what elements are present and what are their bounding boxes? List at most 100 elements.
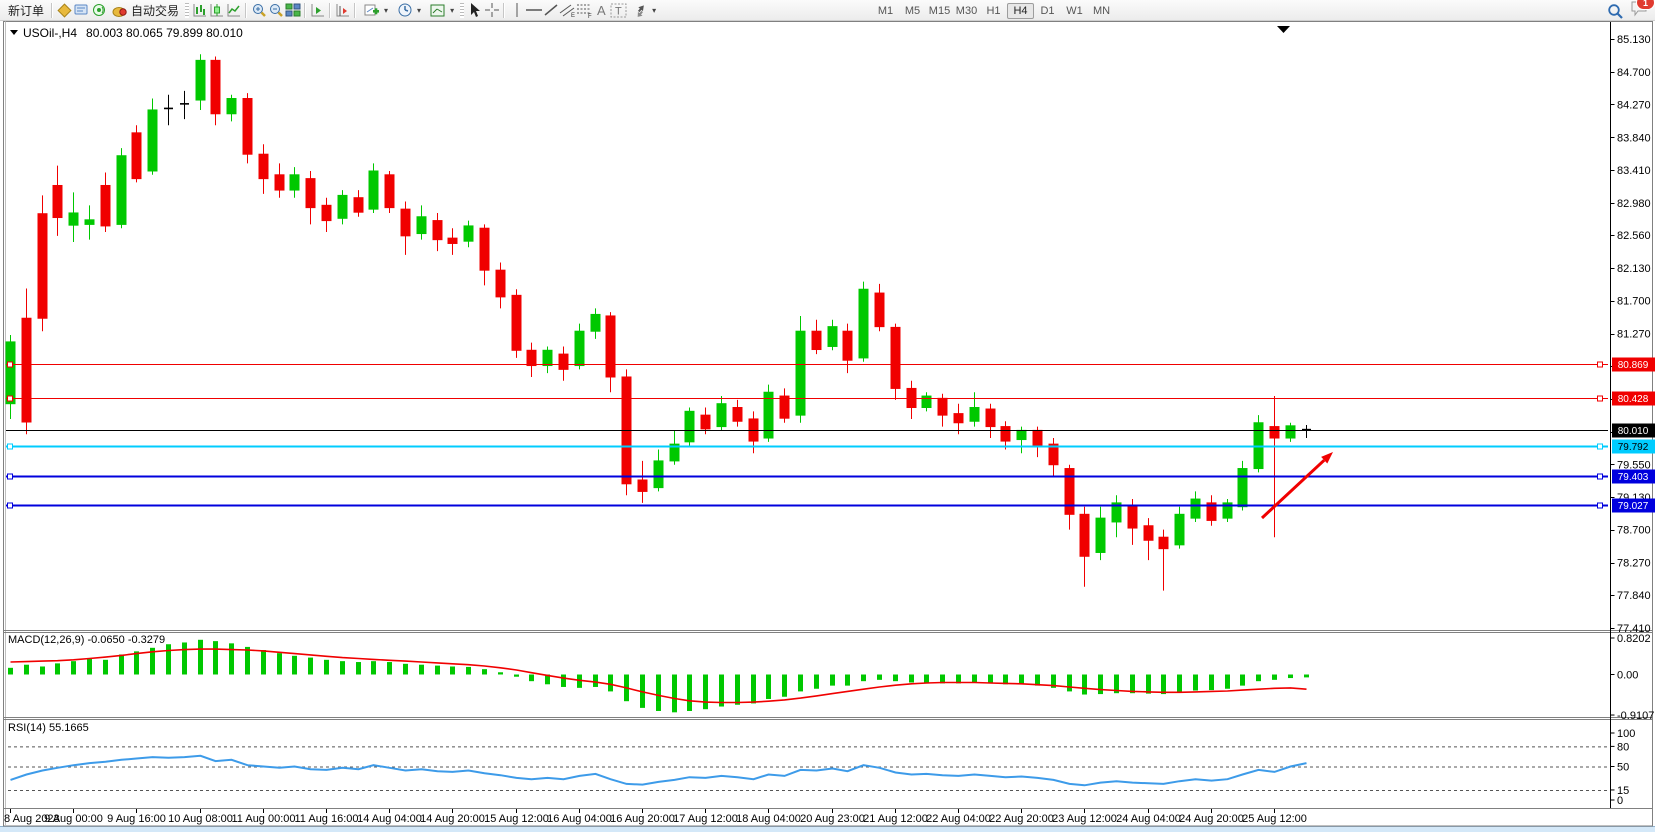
- chart-canvas[interactable]: 85.13084.70084.27083.84083.41082.98082.5…: [0, 0, 1655, 832]
- y-axis-tick-label: 82.980: [1617, 198, 1651, 210]
- hline-handle[interactable]: [8, 503, 13, 508]
- candle-bull: [591, 314, 600, 331]
- timeframe-button-m15[interactable]: M15: [926, 3, 953, 19]
- hline-handle[interactable]: [1598, 503, 1603, 508]
- timeframe-button-h1[interactable]: H1: [980, 3, 1007, 19]
- arrange-charts-icon[interactable]: [309, 2, 326, 18]
- candle-bear: [1144, 526, 1153, 540]
- tile-windows-icon[interactable]: [284, 2, 301, 18]
- macd-histogram-bar: [435, 666, 440, 675]
- crosshair-icon[interactable]: [483, 2, 500, 18]
- candle-bear: [101, 185, 110, 225]
- candle-bear: [843, 331, 852, 360]
- new-order-button[interactable]: 新订单: [4, 1, 48, 20]
- cursor-icon[interactable]: [466, 2, 483, 18]
- timeframe-button-w1[interactable]: W1: [1061, 3, 1088, 19]
- timeframe-button-m5[interactable]: M5: [899, 3, 926, 19]
- hline-handle[interactable]: [1598, 362, 1603, 367]
- candle-bull: [654, 461, 663, 488]
- collapse-icon[interactable]: [10, 30, 18, 35]
- candle-bull: [196, 60, 205, 100]
- macd-histogram-bar: [403, 664, 408, 675]
- candle-bear: [701, 415, 710, 429]
- candle-bear: [1080, 514, 1089, 556]
- rsi-axis-label: 100: [1617, 728, 1635, 740]
- equidistant-channel-icon[interactable]: E: [559, 2, 576, 18]
- hline-handle[interactable]: [1598, 396, 1603, 401]
- hline-handle[interactable]: [1598, 474, 1603, 479]
- macd-axis-label: 0.8202: [1617, 633, 1651, 645]
- y-axis-tick-label: 82.560: [1617, 230, 1651, 242]
- candle-bear: [401, 209, 410, 236]
- toolbar-grip: [460, 3, 464, 18]
- toolbar-separator: [245, 3, 247, 18]
- arrow-tools-button[interactable]: ▾: [627, 1, 660, 20]
- x-axis-date-label: 22 Aug 20:00: [989, 813, 1054, 825]
- timeframe-button-d1[interactable]: D1: [1034, 3, 1061, 19]
- macd-histogram-bar: [1067, 675, 1072, 692]
- candle-bull: [417, 217, 426, 234]
- candle-bear: [606, 316, 615, 377]
- macd-histogram-bar: [55, 663, 60, 674]
- toolbar-separator: [354, 3, 356, 18]
- candle-bear: [954, 414, 963, 423]
- macd-axis-label: -0.9107: [1617, 710, 1654, 722]
- trendline-icon[interactable]: [542, 2, 559, 18]
- candle-bull: [69, 213, 78, 225]
- horizontal-line-icon[interactable]: [525, 2, 542, 18]
- notification-badge[interactable]: 1: [1636, 0, 1655, 10]
- cascade-charts-icon[interactable]: [334, 2, 351, 18]
- macd-histogram-bar: [735, 675, 740, 705]
- sound-icon[interactable]: [90, 2, 107, 18]
- candle-bear: [812, 331, 821, 349]
- macd-histogram-bar: [1130, 675, 1135, 694]
- search-icon[interactable]: [1607, 3, 1624, 19]
- zoom-out-icon[interactable]: [267, 2, 284, 18]
- chart-template-button[interactable]: ▾: [425, 1, 458, 20]
- candle-bull: [764, 392, 773, 438]
- macd-histogram-bar: [1256, 675, 1261, 682]
- fibonacci-icon[interactable]: F: [576, 2, 593, 18]
- chat-button[interactable]: 1: [1630, 0, 1649, 22]
- macd-histogram-bar: [687, 675, 692, 711]
- hline-handle[interactable]: [8, 444, 13, 449]
- candle-bull: [1286, 426, 1295, 438]
- macd-histogram-bar: [608, 675, 613, 692]
- timeframe-button-mn[interactable]: MN: [1088, 3, 1115, 19]
- bar-chart-icon[interactable]: [191, 2, 208, 18]
- auto-trading-button[interactable]: 自动交易: [107, 1, 183, 20]
- macd-histogram-bar: [450, 666, 455, 674]
- hline-handle[interactable]: [8, 362, 13, 367]
- candle-bull: [85, 220, 94, 225]
- timeframe-button-m1[interactable]: M1: [872, 3, 899, 19]
- candle-bear: [322, 205, 331, 220]
- candle-bear: [243, 99, 252, 155]
- hline-handle[interactable]: [1598, 444, 1603, 449]
- line-chart-icon[interactable]: [225, 2, 242, 18]
- timeframe-button-m30[interactable]: M30: [953, 3, 980, 19]
- timeframe-button-h4[interactable]: H4: [1007, 3, 1034, 19]
- market-watch-icon[interactable]: [73, 2, 90, 18]
- zoom-in-icon[interactable]: [250, 2, 267, 18]
- vertical-line-icon[interactable]: [508, 2, 525, 18]
- macd-histogram-bar: [814, 675, 819, 689]
- x-axis-date-label: 17 Aug 12:00: [673, 813, 738, 825]
- macd-histogram-bar: [751, 675, 756, 704]
- period-clock-button[interactable]: ▾: [392, 1, 425, 20]
- text-icon[interactable]: A: [593, 2, 610, 18]
- candle-bear: [53, 185, 62, 217]
- x-axis-date-label: 9 Aug 16:00: [107, 813, 166, 825]
- charts-profile-icon[interactable]: [56, 2, 73, 18]
- macd-histogram-bar: [356, 662, 361, 674]
- macd-histogram-bar: [1082, 675, 1087, 695]
- toolbar-grip: [185, 3, 189, 18]
- chevron-down-icon: ▾: [450, 6, 454, 15]
- candlestick-chart-icon[interactable]: [208, 2, 225, 18]
- new-chart-button[interactable]: ▾: [359, 1, 392, 20]
- hline-handle[interactable]: [8, 474, 13, 479]
- macd-histogram-bar: [371, 661, 376, 674]
- text-label-icon[interactable]: T: [610, 2, 627, 18]
- candle-bull: [290, 175, 299, 190]
- macd-histogram-bar: [877, 675, 882, 680]
- hline-handle[interactable]: [8, 396, 13, 401]
